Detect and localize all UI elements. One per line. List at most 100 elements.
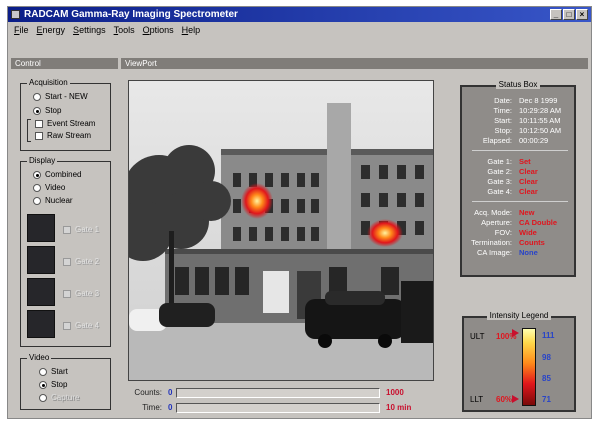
app-icon[interactable] [11, 10, 20, 19]
raw-stream-label: Raw Stream [47, 131, 92, 140]
time-label: Time: [142, 403, 162, 412]
legend-color-ramp[interactable] [522, 328, 536, 406]
status-row-gate-3: Gate 3: Clear [462, 177, 574, 186]
display-group: Display Combined Video Nuclear Gate 1 Ga… [20, 156, 111, 347]
legend-tick-111: 111 [542, 331, 555, 340]
status-key: Elapsed: [482, 136, 512, 145]
status-row-start: Start: 10:11:55 AM [462, 116, 574, 125]
status-value: Dec 8 1999 [519, 96, 558, 105]
gate-4-label: Gate 4 [75, 321, 100, 330]
llt-marker-icon[interactable] [512, 395, 519, 403]
status-value: CA Double [519, 218, 558, 227]
menu-options[interactable]: Options [143, 22, 174, 38]
checkbox-box [63, 225, 71, 234]
menu-help[interactable]: Help [182, 22, 201, 38]
status-row-fov: FOV: Wide [462, 228, 574, 237]
gate-1-preview[interactable] [27, 214, 55, 242]
gate-2-label: Gate 2 [75, 257, 100, 266]
video-start-label: Start [51, 367, 68, 376]
status-key: Stop: [494, 126, 512, 135]
gate-4-preview[interactable] [27, 310, 55, 338]
gate-1-checkbox[interactable]: Gate 1 [63, 225, 99, 234]
gate-3-checkbox[interactable]: Gate 3 [63, 289, 99, 298]
intensity-legend-title-wrap: Intensity Legend [464, 311, 574, 320]
status-row-aperture: Aperture: CA Double [462, 218, 574, 227]
window-title: RADCAM Gamma-Ray Imaging Spectrometer [24, 9, 238, 20]
event-stream-checkbox[interactable]: Event Stream [35, 119, 95, 128]
gate-1-label: Gate 1 [75, 225, 100, 234]
menu-file[interactable]: File [14, 22, 29, 38]
time-progress-bar [176, 403, 380, 413]
status-key: Date: [494, 96, 512, 105]
video-stop-radio[interactable]: Stop [39, 380, 67, 389]
video-group: Video Start Stop Capture [20, 353, 111, 410]
status-value: None [519, 248, 538, 257]
display-nuclear-label: Nuclear [45, 196, 73, 205]
video-title: Video [27, 353, 52, 362]
acq-start-new-radio[interactable]: Start - NEW [33, 92, 88, 101]
status-value: 00:00:29 [519, 136, 549, 145]
status-value: 10:12:50 AM [519, 126, 562, 135]
video-stop-label: Stop [51, 380, 68, 389]
status-row-date: Date: Dec 8 1999 [462, 96, 574, 105]
hotspot-1 [241, 183, 273, 219]
checkbox-box [63, 289, 71, 298]
acquisition-title: Acquisition [27, 78, 70, 87]
radio-dot [33, 196, 41, 205]
acq-start-new-label: Start - NEW [45, 92, 88, 101]
garage-door [263, 271, 289, 313]
event-stream-label: Event Stream [47, 119, 96, 128]
gate-2-preview[interactable] [27, 246, 55, 274]
status-key: Gate 2: [487, 167, 512, 176]
status-value: Clear [519, 177, 538, 186]
video-capture-radio[interactable]: Capture [39, 393, 79, 402]
status-key: Termination: [471, 238, 512, 247]
status-box-title: Status Box [495, 80, 541, 89]
status-key: Gate 4: [487, 187, 512, 196]
viewport-header: ViewPort [121, 58, 588, 69]
menu-energy[interactable]: Energy [37, 22, 66, 38]
status-value: Clear [519, 167, 538, 176]
status-key: Acq. Mode: [474, 208, 512, 217]
display-nuclear-radio[interactable]: Nuclear [33, 196, 73, 205]
status-value: 10:11:55 AM [519, 116, 561, 125]
menu-settings[interactable]: Settings [73, 22, 106, 38]
acq-stop-radio[interactable]: Stop [33, 106, 61, 115]
status-value: Set [519, 157, 531, 166]
stream-bracket [27, 119, 31, 142]
ult-marker-icon[interactable] [512, 329, 519, 337]
status-value: Clear [519, 187, 538, 196]
time-max: 10 min [386, 403, 412, 412]
radio-dot [39, 367, 47, 376]
display-video-label: Video [45, 183, 66, 192]
display-title: Display [27, 156, 58, 165]
legend-tick-98: 98 [542, 353, 551, 362]
viewport-image[interactable] [128, 80, 434, 381]
status-key: Gate 3: [487, 177, 512, 186]
gate-2-checkbox[interactable]: Gate 2 [63, 257, 99, 266]
raw-stream-checkbox[interactable]: Raw Stream [35, 131, 91, 140]
status-box: Status Box Date: Dec 8 1999 Time: 10:29:28… [460, 80, 576, 277]
menu-tools[interactable]: Tools [114, 22, 135, 38]
status-value: Wide [519, 228, 537, 237]
gate-3-preview[interactable] [27, 278, 55, 306]
close-button[interactable]: × [576, 9, 588, 20]
status-divider [472, 150, 568, 151]
intensity-legend-title: Intensity Legend [486, 311, 552, 320]
display-video-radio[interactable]: Video [33, 183, 65, 192]
video-capture-label: Capture [51, 393, 80, 402]
video-start-radio[interactable]: Start [39, 367, 68, 376]
viewport-scene [129, 81, 433, 380]
status-value: 10:29:28 AM [519, 106, 562, 115]
gate-4-checkbox[interactable]: Gate 4 [63, 321, 99, 330]
legend-llt-label: LLT [470, 395, 484, 404]
menu-bar: File Energy Settings Tools Options Help [8, 22, 591, 38]
title-bar[interactable]: RADCAM Gamma-Ray Imaging Spectrometer _ … [8, 7, 591, 22]
maximize-button[interactable]: □ [563, 9, 575, 20]
status-row-ca-image: CA Image: None [462, 248, 574, 257]
status-key: Aperture: [481, 218, 512, 227]
legend-ult-label: ULT [470, 332, 485, 341]
display-combined-radio[interactable]: Combined [33, 170, 81, 179]
checkbox-box [35, 119, 43, 128]
minimize-button[interactable]: _ [550, 9, 562, 20]
